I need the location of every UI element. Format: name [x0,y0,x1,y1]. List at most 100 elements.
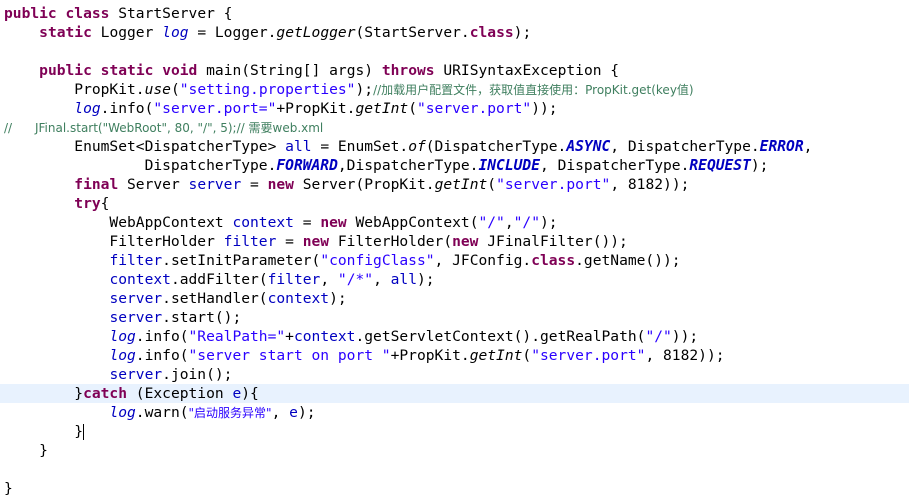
code-editor[interactable]: public class StartServer { static Logger… [0,0,909,503]
code-token: , [803,138,813,155]
code-token: FilterHolder( [329,233,453,250]
code-line[interactable]: log.info("server.port="+PropKit.getInt("… [0,99,909,118]
code-line[interactable]: // JFinal.start("WebRoot", 80, "/", 5);/… [0,118,909,137]
code-token: .join(); [162,366,233,383]
code-token: "server.port" [496,176,611,193]
code-token: ( [408,100,417,117]
code-line[interactable]: EnumSet<DispatcherType> all = EnumSet.of… [0,137,909,156]
code-token: (Exception [127,385,233,402]
code-line[interactable]: } [0,441,909,460]
code-token: ERROR [759,138,804,155]
code-token: use [144,81,171,98]
code-token: , [320,271,338,288]
code-token: ); [513,24,532,41]
code-token: ); [540,214,558,231]
code-token: .getName()); [575,252,681,269]
code-token: context [232,214,294,231]
code-line[interactable]: public static void main(String[] args) t… [0,61,909,80]
code-token: FORWARD [276,157,338,174]
code-line[interactable]: FilterHolder filter = new FilterHolder(n… [0,232,909,251]
code-token: try [74,195,101,212]
code-token: .setHandler( [162,290,268,307]
code-token: "/" [478,214,505,231]
code-token: throws [381,62,435,79]
code-token: } [4,442,48,459]
code-line[interactable]: server.join(); [0,365,909,384]
code-token: ); [329,290,347,307]
code-token: class [65,5,110,22]
code-token: ,DispatcherType. [337,157,479,174]
code-token: "启动服务异常" [188,406,272,420]
code-token: filter [109,252,163,269]
code-token: } [4,423,84,440]
code-line[interactable]: log.warn("启动服务异常", e); [0,403,909,422]
code-line[interactable]: public class StartServer { [0,4,909,23]
code-token: "setting.properties" [179,81,356,98]
code-token: filter [267,271,321,288]
code-line[interactable]: try{ [0,194,909,213]
code-line[interactable]: server.setHandler(context); [0,289,909,308]
code-token: .info( [135,328,189,345]
code-token: ); [417,271,435,288]
code-token: new [267,176,294,193]
code-token: log [109,328,136,345]
code-token: } [4,480,13,497]
code-token: getLogger [276,24,356,41]
code-token: "server.port=" [153,100,277,117]
code-token: Server(PropKit. [293,176,435,193]
code-token: JFinalFilter()); [478,233,628,250]
code-token: static [100,62,154,79]
code-token: { [100,195,110,212]
code-line[interactable]: log.info("server start on port "+PropKit… [0,346,909,365]
code-token: log [162,24,189,41]
code-line[interactable]: WebAppContext context = new WebAppContex… [0,213,909,232]
code-token: , 8182)); [645,347,725,364]
code-token: context [109,271,171,288]
code-line[interactable] [0,42,909,61]
code-line[interactable]: DispatcherType.FORWARD,DispatcherType.IN… [0,156,909,175]
code-token: .start(); [162,309,242,326]
code-token: Server [118,176,189,193]
code-line[interactable]: log.info("RealPath="+context.getServletC… [0,327,909,346]
code-token: getInt [469,347,523,364]
code-line[interactable]: server.start(); [0,308,909,327]
code-token: getInt [355,100,409,117]
code-line[interactable]: context.addFilter(filter, "/*", all); [0,270,909,289]
code-token: catch [83,385,128,402]
code-token: "/*" [337,271,374,288]
code-token: .info( [100,100,154,117]
code-line[interactable]: final Server server = new Server(PropKit… [0,175,909,194]
code-token: "RealPath=" [188,328,286,345]
code-token: = [276,233,303,250]
code-line[interactable]: } [0,422,909,441]
code-token: , [504,214,514,231]
code-line[interactable]: PropKit.use("setting.properties");//加载用户… [0,80,909,99]
code-token: (DispatcherType. [425,138,567,155]
code-token: ( [522,347,532,364]
code-line[interactable]: filter.setInitParameter("configClass", J… [0,251,909,270]
code-token: .addFilter( [170,271,268,288]
code-token: , JFConfig. [434,252,532,269]
code-token: "configClass" [320,252,435,269]
code-token: // JFinal.start("WebRoot", 80, "/", 5);/… [4,121,324,135]
code-line[interactable]: }catch (Exception e){ [0,384,909,403]
code-token: new [452,233,479,250]
code-token: ASYNC [566,138,611,155]
code-token: e [289,404,298,421]
code-line[interactable]: } [0,479,909,498]
code-line[interactable]: static Logger log = Logger.getLogger(Sta… [0,23,909,42]
code-token: context [293,328,356,345]
code-token: )); [531,100,558,117]
code-token: = [241,176,268,193]
code-token: server [109,366,163,383]
code-token: ( [170,81,180,98]
code-token: class [531,252,576,269]
code-line[interactable] [0,460,909,479]
code-token: "/" [645,328,672,345]
